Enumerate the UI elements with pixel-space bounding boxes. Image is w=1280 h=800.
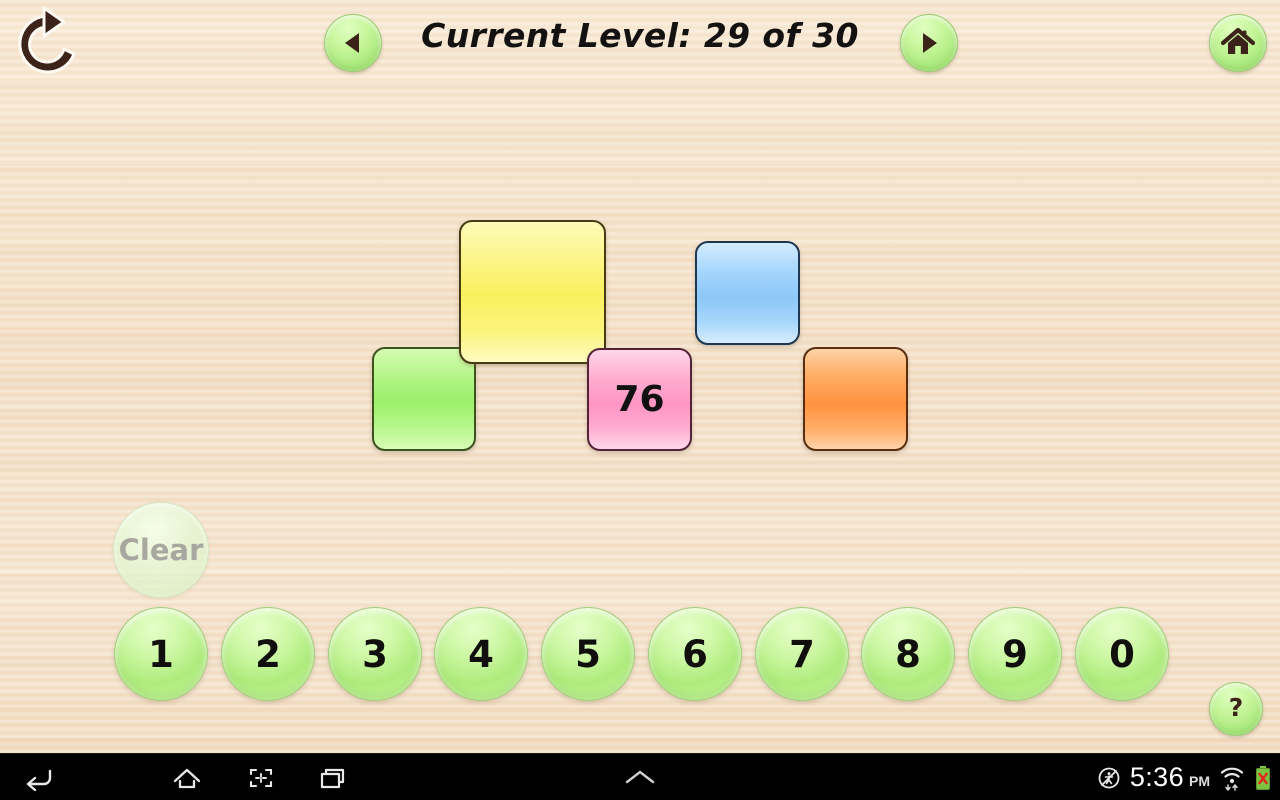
numpad-key-5[interactable]: 5 xyxy=(541,607,635,701)
numpad-key-0[interactable]: 0 xyxy=(1075,607,1169,701)
silent-mode-icon xyxy=(1098,767,1120,788)
numpad-key-1[interactable]: 1 xyxy=(114,607,208,701)
question-mark-icon: ? xyxy=(1229,694,1244,722)
game-screen: Current Level: 29 of 30 76 Clear 1234567… xyxy=(0,0,1280,800)
system-home-button[interactable] xyxy=(166,762,208,794)
home-button[interactable] xyxy=(1209,14,1267,72)
numpad-key-4[interactable]: 4 xyxy=(434,607,528,701)
back-arrow-icon xyxy=(26,769,52,791)
number-keypad: 1234567890 xyxy=(0,607,1280,701)
numpad-key-9[interactable]: 9 xyxy=(968,607,1062,701)
recent-apps-icon xyxy=(320,768,345,789)
numpad-key-3[interactable]: 3 xyxy=(328,607,422,701)
numpad-key-6[interactable]: 6 xyxy=(648,607,742,701)
page-title: Current Level: 29 of 30 xyxy=(421,16,859,55)
chevron-up-icon xyxy=(625,770,655,784)
status-time: 5:36 xyxy=(1129,762,1184,792)
battery-error-icon xyxy=(1256,765,1270,790)
help-button[interactable]: ? xyxy=(1209,682,1263,736)
wifi-icon xyxy=(1220,767,1244,791)
home-outline-icon xyxy=(173,768,201,789)
game-block-orange[interactable] xyxy=(803,347,908,451)
status-ampm: PM xyxy=(1189,773,1210,789)
top-toolbar: Current Level: 29 of 30 xyxy=(0,0,1280,86)
game-block-yellow[interactable] xyxy=(459,220,606,364)
screenshot-icon xyxy=(249,768,273,788)
system-recent-apps-button[interactable] xyxy=(312,762,354,794)
triangle-right-icon xyxy=(923,33,937,53)
game-block-pink[interactable]: 76 xyxy=(587,348,692,451)
clear-button[interactable]: Clear xyxy=(113,502,209,598)
status-tray[interactable]: 5:36 PM xyxy=(1097,754,1272,800)
system-screenshot-button[interactable] xyxy=(240,762,282,794)
home-icon xyxy=(1221,27,1255,54)
numpad-key-2[interactable]: 2 xyxy=(221,607,315,701)
system-expand-button[interactable] xyxy=(619,762,661,794)
game-block-blue[interactable] xyxy=(695,241,800,345)
numpad-key-7[interactable]: 7 xyxy=(755,607,849,701)
numpad-key-8[interactable]: 8 xyxy=(861,607,955,701)
system-back-button[interactable] xyxy=(18,762,60,794)
svg-text:?: ? xyxy=(1229,694,1244,722)
next-level-button[interactable] xyxy=(900,14,958,72)
game-block-green[interactable] xyxy=(372,347,476,451)
android-system-bar: 5:36 PM xyxy=(0,753,1280,800)
